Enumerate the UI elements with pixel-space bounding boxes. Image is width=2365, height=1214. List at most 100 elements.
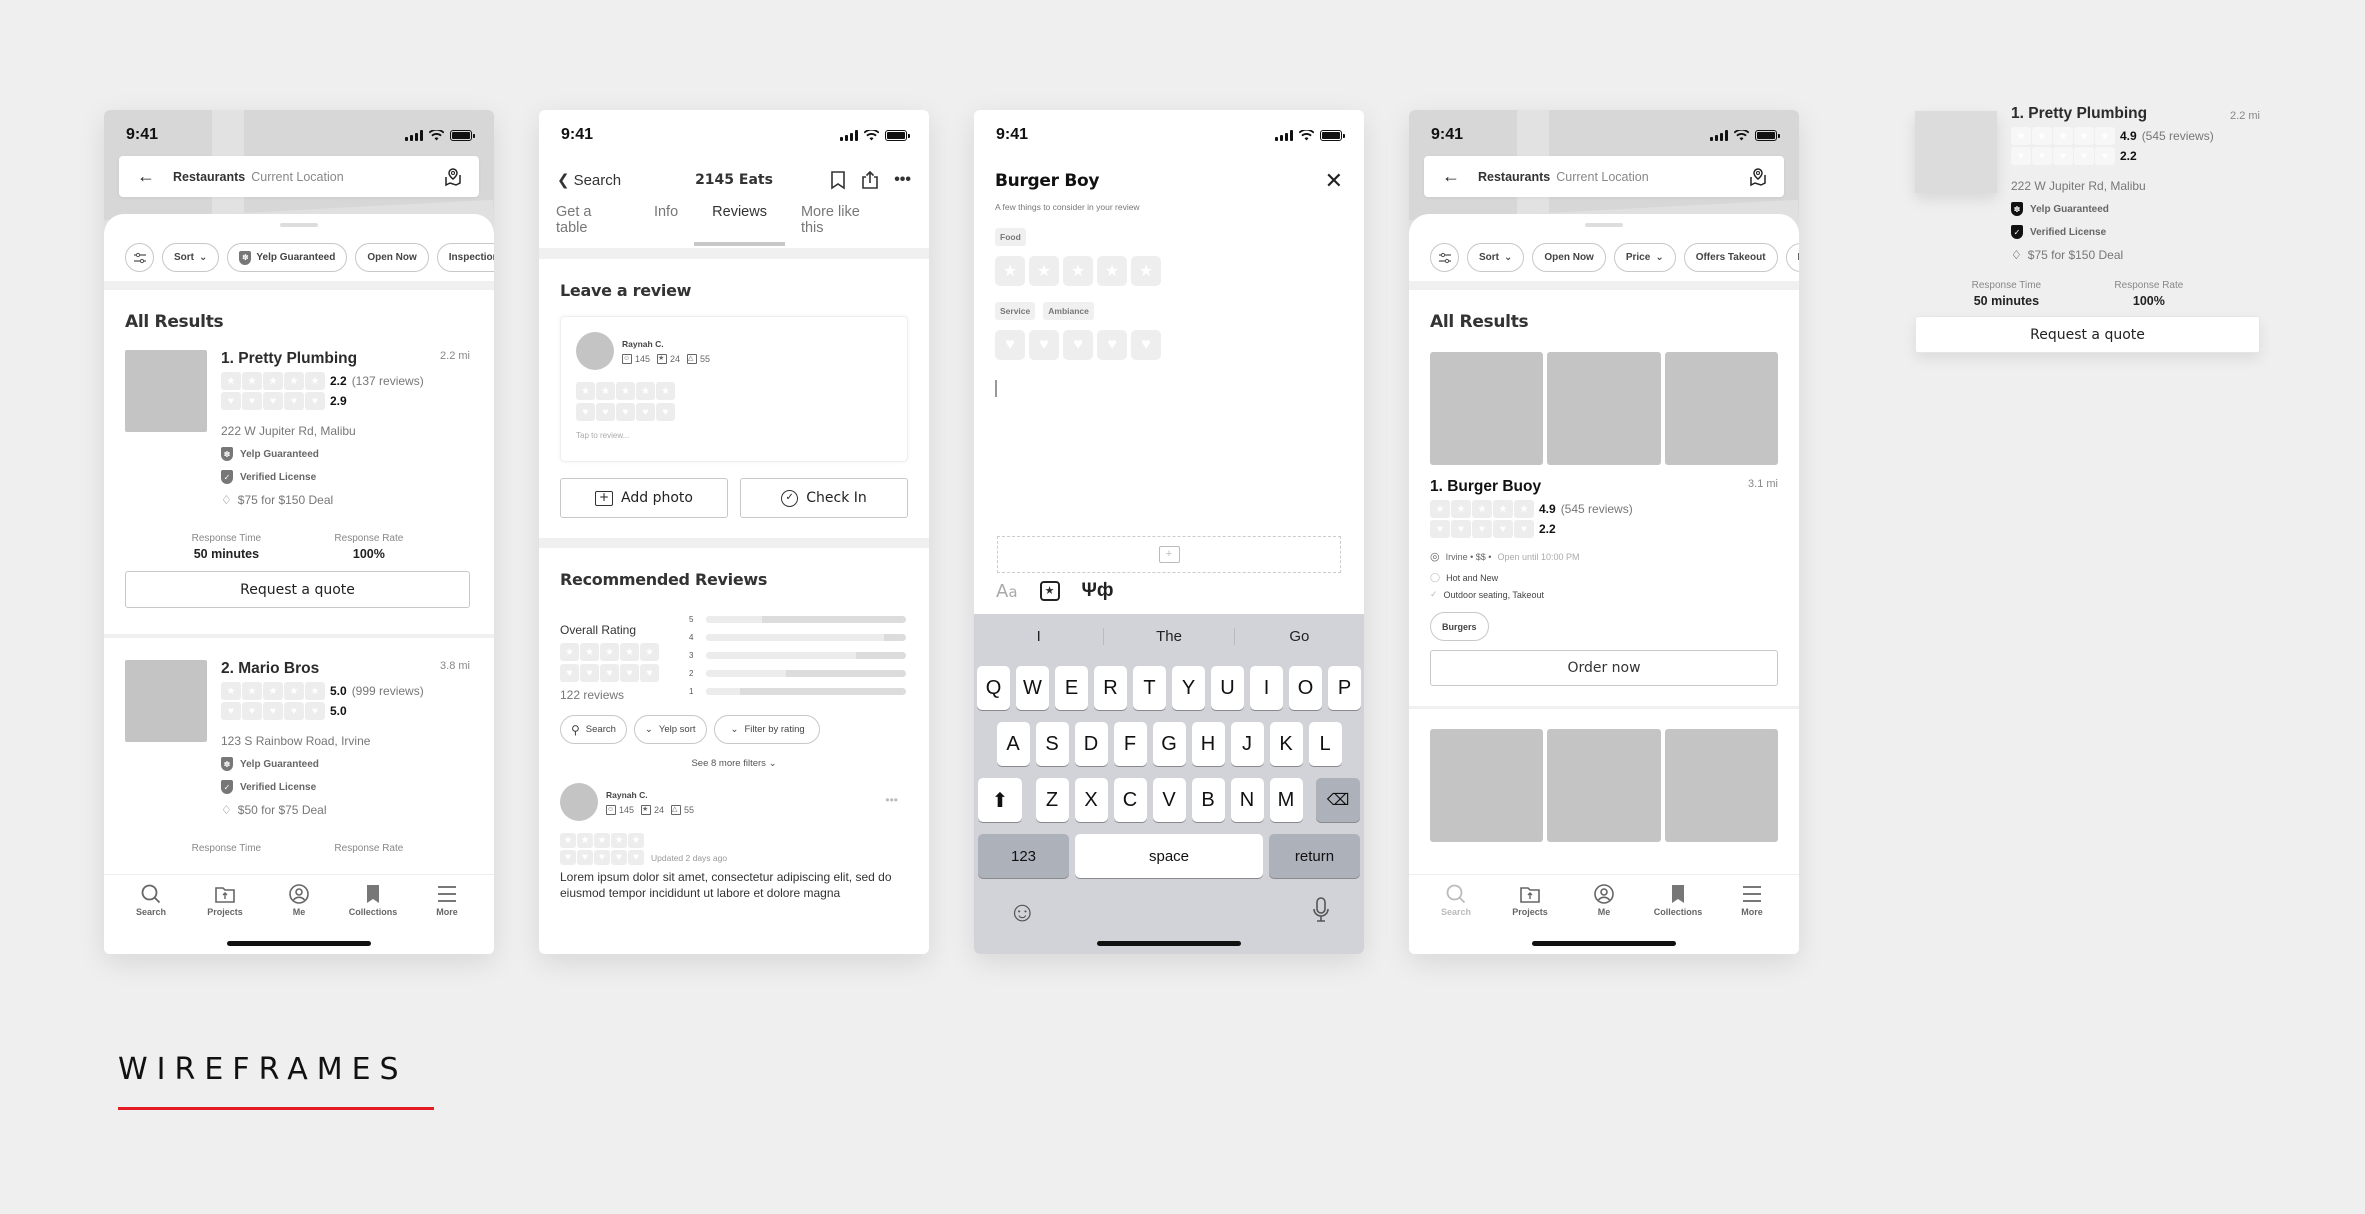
back-arrow-icon[interactable]: ← [1442, 166, 1478, 187]
tab-get-a-table[interactable]: Get a table [556, 204, 620, 246]
review-text-area[interactable] [995, 380, 1343, 530]
result-item[interactable]: 3.8 mi 2. Mario Bros ★ ★ ★ ★ ★ 5.0 (999 review… [104, 660, 494, 854]
tab-collections[interactable]: Collections [1648, 883, 1708, 917]
deal[interactable]: ♢ $50 for $75 Deal [221, 803, 470, 817]
tag-ambiance[interactable]: Ambiance [1043, 302, 1094, 320]
key-n[interactable]: N [1230, 778, 1264, 822]
key-l[interactable]: L [1308, 722, 1342, 766]
tab-reviews[interactable]: Reviews [694, 204, 785, 246]
review-more-icon[interactable]: ••• [885, 793, 898, 807]
result-photos[interactable] [1409, 729, 1799, 842]
filter-chip-sort[interactable]: Sort ⌄ [1467, 243, 1525, 272]
tab-projects[interactable]: Projects [1500, 883, 1560, 917]
return-key[interactable]: return [1269, 834, 1360, 878]
key-d[interactable]: D [1074, 722, 1108, 766]
key-u[interactable]: U [1211, 666, 1244, 710]
tab-search[interactable]: Search [121, 883, 181, 917]
suggestion-item[interactable]: I [974, 627, 1105, 645]
map-pin-icon[interactable] [443, 167, 463, 187]
key-m[interactable]: M [1269, 778, 1303, 822]
add-photo-button[interactable]: + Add photo [560, 478, 728, 518]
key-t[interactable]: T [1133, 666, 1166, 710]
bookmark-icon[interactable] [830, 170, 846, 190]
order-now-button[interactable]: Order now [1430, 650, 1778, 686]
filter-chip-open-now[interactable]: Open Now [1532, 243, 1606, 272]
result-thumbnail[interactable] [1915, 111, 1997, 193]
star-box-icon[interactable]: ★ [1039, 581, 1060, 601]
tab-me[interactable]: Me [269, 883, 329, 917]
filter-settings-button[interactable] [125, 243, 154, 272]
tab-projects[interactable]: Projects [195, 883, 255, 917]
filter-chip-offers-takeout[interactable]: Offers Takeout [1683, 243, 1778, 272]
key-a[interactable]: A [996, 722, 1030, 766]
space-key[interactable]: space [1075, 834, 1263, 878]
result-name[interactable]: 2. Mario Bros [221, 660, 470, 678]
key-c[interactable]: C [1113, 778, 1147, 822]
key-r[interactable]: R [1094, 666, 1127, 710]
tab-collections[interactable]: Collections [343, 883, 403, 917]
key-o[interactable]: O [1289, 666, 1322, 710]
result-thumbnail[interactable] [125, 660, 207, 742]
add-photo-dropzone[interactable]: + [997, 536, 1341, 573]
key-g[interactable]: G [1152, 722, 1186, 766]
filter-settings-button[interactable] [1430, 243, 1459, 272]
review-input-placeholder[interactable]: Tap to review... [576, 431, 892, 440]
review-search-button[interactable]: ⚲ Search [560, 715, 627, 744]
result-item[interactable]: 2.2 mi 1. Pretty Plumbing ★ ★ ★ ★ ★ 2.2 (137 r… [104, 350, 494, 620]
tab-me[interactable]: Me [1574, 883, 1634, 917]
search-bar[interactable]: ← Restaurants Current Location [119, 156, 479, 197]
filter-chip-partial[interactable]: D [1785, 243, 1799, 272]
key-z[interactable]: Z [1035, 778, 1069, 822]
suggestion-item[interactable]: Go [1235, 628, 1364, 645]
check-in-button[interactable]: ✓ Check In [740, 478, 908, 518]
filter-chip-sort[interactable]: Sort ⌄ [162, 243, 220, 272]
key-f[interactable]: F [1113, 722, 1147, 766]
map-pin-icon[interactable] [1748, 167, 1768, 187]
result-name[interactable]: 1. Burger Buoy [1430, 478, 1778, 496]
key-i[interactable]: I [1250, 666, 1283, 710]
result-name[interactable]: 1. Pretty Plumbing [221, 350, 470, 368]
filter-chip-inspection[interactable]: Inspection [436, 243, 494, 272]
key-e[interactable]: E [1055, 666, 1088, 710]
result-name[interactable]: 1. Pretty Plumbing [2011, 105, 2260, 123]
deal[interactable]: ♢ $75 for $150 Deal [221, 493, 470, 507]
filter-by-rating-button[interactable]: ⌄ Filter by rating [713, 715, 820, 744]
numbers-key[interactable]: 123 [978, 834, 1069, 878]
back-button[interactable]: ❮ Search [557, 171, 621, 190]
food-star-rating-input[interactable]: ★ ★ ★ ★ ★ [995, 256, 1343, 286]
tag-food[interactable]: Food [995, 228, 1026, 246]
key-b[interactable]: B [1191, 778, 1225, 822]
share-icon[interactable] [860, 170, 880, 190]
result-item[interactable]: 1. Burger Buoy 3.1 mi ★ ★ ★ ★ ★ 4.9 (545 revie… [1409, 478, 1799, 686]
heart-rating-input[interactable]: ♥ ♥ ♥ ♥ ♥ [576, 403, 892, 421]
key-w[interactable]: W [1016, 666, 1049, 710]
review-composer-card[interactable]: Raynah C. ☺ 145 ★ 24 △ 55 ★ ★ ★ ★ ★ ♥ ♥ ♥ ♥ ♥ Tap to … [560, 316, 908, 462]
deal[interactable]: ♢ $75 for $150 Deal [2011, 248, 2260, 262]
result-thumbnail[interactable] [125, 350, 207, 432]
suggestion-item[interactable]: The [1104, 627, 1235, 645]
category-chip[interactable]: Burgers [1430, 612, 1489, 641]
heart-rating-input[interactable]: ♥ ♥ ♥ ♥ ♥ [995, 330, 1343, 360]
tab-more[interactable]: More [1722, 883, 1782, 917]
text-format-icon[interactable]: Aa [996, 581, 1018, 602]
yelp-sort-button[interactable]: ⌄ Yelp sort [633, 715, 707, 744]
filter-chip-price[interactable]: Price ⌄ [1613, 243, 1676, 272]
key-j[interactable]: J [1230, 722, 1264, 766]
request-quote-button[interactable]: Request a quote [1915, 316, 2260, 353]
request-quote-button[interactable]: Request a quote [125, 571, 470, 608]
fork-knife-icon[interactable]: Ψф [1082, 580, 1114, 602]
key-q[interactable]: Q [977, 666, 1010, 710]
filter-chip-yelp-guaranteed[interactable]: ✽ Yelp Guaranteed [227, 243, 348, 272]
microphone-icon[interactable] [1312, 896, 1330, 924]
star-rating-input[interactable]: ★ ★ ★ ★ ★ [576, 382, 892, 400]
tab-more-like-this[interactable]: More like this [801, 204, 878, 246]
close-icon[interactable]: ✕ [1325, 168, 1343, 194]
tab-search[interactable]: Search [1426, 883, 1486, 917]
key-s[interactable]: S [1035, 722, 1069, 766]
filter-chip-open-now[interactable]: Open Now [355, 243, 429, 272]
back-arrow-icon[interactable]: ← [137, 166, 173, 187]
tab-info[interactable]: Info [654, 204, 678, 246]
see-more-filters-link[interactable]: See 8 more filters ⌄ [539, 758, 929, 769]
more-options-icon[interactable]: ••• [894, 171, 911, 189]
backspace-key[interactable]: ⌫ [1316, 778, 1360, 822]
